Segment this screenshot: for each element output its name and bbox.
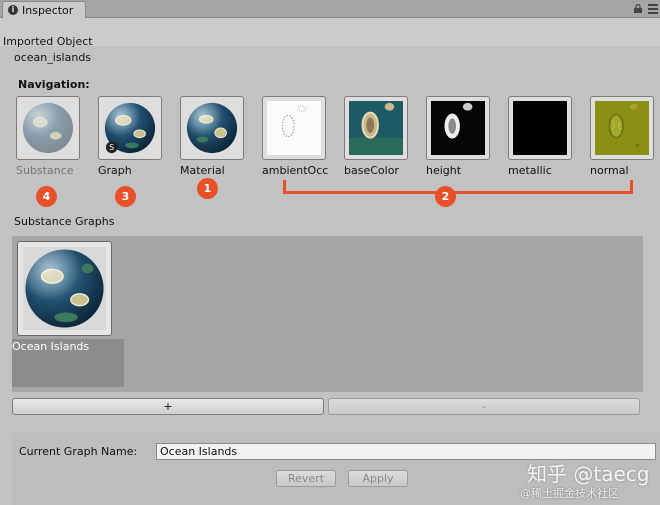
annotation-badge: 1 [197, 178, 218, 199]
object-name: ocean_islands [14, 51, 92, 64]
annotation-badge: 2 [435, 186, 456, 207]
annotation-badge: 3 [115, 186, 136, 207]
nav-normal-label: normal [590, 164, 629, 177]
height-map-icon [431, 101, 485, 155]
sphere-preview-icon [186, 102, 238, 154]
watermark: 知乎 @taecg [527, 462, 650, 486]
nav-normal-thumb[interactable] [590, 96, 654, 160]
annotation-badge: 4 [36, 186, 57, 207]
graph-item-thumb[interactable] [17, 241, 112, 336]
nav-substance-thumb[interactable] [16, 96, 80, 160]
nav-metallic-thumb[interactable] [508, 96, 572, 160]
nav-material-thumb[interactable] [180, 96, 244, 160]
sphere-preview-icon [23, 247, 106, 330]
svg-text:S: S [109, 143, 114, 152]
nav-ambientocc-label: ambientOcc [262, 164, 328, 177]
apply-button[interactable]: Apply [348, 470, 408, 487]
nav-basecolor-label: baseColor [344, 164, 399, 177]
watermark-sub: @稀土掘金技术社区 [520, 487, 619, 500]
nav-graph-thumb[interactable]: S [98, 96, 162, 160]
substance-graphs-label: Substance Graphs [14, 215, 115, 228]
current-graph-name-label: Current Graph Name: [19, 445, 138, 458]
sphere-preview-icon: S [104, 102, 156, 154]
info-icon: i [8, 5, 18, 15]
base-color-map-icon [349, 101, 403, 155]
tab-inspector-label: Inspector [22, 3, 74, 17]
normal-map-icon [595, 101, 649, 155]
header-band [0, 18, 660, 46]
annotation-bracket [283, 180, 633, 194]
add-graph-button[interactable]: + [12, 398, 324, 415]
revert-button[interactable]: Revert [276, 470, 336, 487]
nav-ambientocc-thumb[interactable] [262, 96, 326, 160]
imported-object-label: Imported Object [3, 35, 93, 48]
tab-inspector[interactable]: i Inspector [2, 1, 86, 18]
nav-graph-label: Graph [98, 164, 132, 177]
graph-item-name[interactable]: Ocean Islands [12, 340, 89, 353]
nav-metallic-label: metallic [508, 164, 552, 177]
lock-icon[interactable] [634, 4, 642, 13]
ambient-occlusion-map-icon [267, 101, 321, 155]
nav-material-label: Material [180, 164, 225, 177]
tab-bar [0, 0, 660, 18]
nav-basecolor-thumb[interactable] [344, 96, 408, 160]
nav-height-label: height [426, 164, 462, 177]
metallic-map-icon [513, 101, 567, 155]
navigation-label: Navigation: [18, 78, 90, 91]
sphere-preview-icon [22, 102, 74, 154]
nav-substance-label: Substance [16, 164, 74, 177]
nav-height-thumb[interactable] [426, 96, 490, 160]
remove-graph-button[interactable]: - [328, 398, 640, 415]
menu-icon[interactable] [648, 4, 658, 14]
